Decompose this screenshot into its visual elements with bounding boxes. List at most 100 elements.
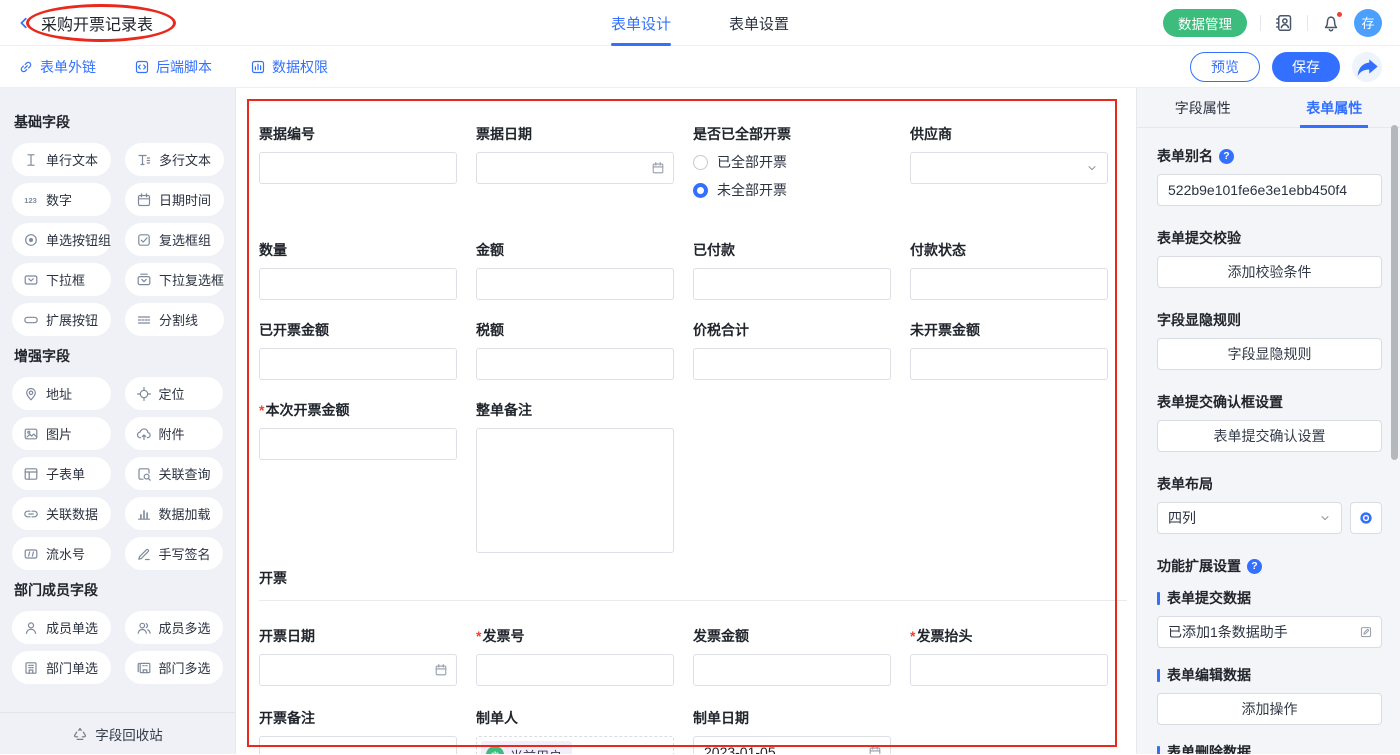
toolbar-link-link[interactable]: 表单外链 <box>18 57 96 77</box>
text-input[interactable] <box>476 348 674 380</box>
canvas-field[interactable]: 是否已全部开票已全部开票未全部开票 <box>693 124 910 208</box>
preview-button[interactable]: 预览 <box>1190 52 1260 82</box>
bell-icon[interactable] <box>1321 13 1341 33</box>
form-row: 票据编号票据日期是否已全部开票已全部开票未全部开票供应商 <box>259 124 1127 208</box>
toolbar-link-script[interactable]: 后端脚本 <box>134 57 212 77</box>
textarea-input[interactable] <box>476 428 674 553</box>
tab-form-design[interactable]: 表单设计 <box>611 0 671 46</box>
help-icon[interactable] <box>1247 559 1262 574</box>
tab-form-properties[interactable]: 表单属性 <box>1269 88 1400 127</box>
text-input[interactable] <box>910 348 1108 380</box>
field-pill-attach[interactable]: 附件 <box>125 417 224 450</box>
field-pill-dropdown-multi[interactable]: 下拉复选框 <box>125 263 224 296</box>
field-pill-subform[interactable]: 子表单 <box>12 457 111 490</box>
field-pill-ext-button[interactable]: 扩展按钮 <box>12 303 111 336</box>
canvas-field[interactable]: 金额 <box>476 240 693 300</box>
text-input[interactable] <box>693 348 891 380</box>
radio-option[interactable]: 未全部开票 <box>693 180 910 200</box>
canvas-field[interactable]: 发票金额 <box>693 626 910 686</box>
section-label: 表单布局 <box>1157 474 1382 494</box>
field-pill-data-load[interactable]: 数据加载 <box>125 497 224 530</box>
panel-action-button[interactable]: 表单提交确认设置 <box>1157 420 1382 452</box>
panel-action-button[interactable]: 添加校验条件 <box>1157 256 1382 288</box>
date-input[interactable] <box>259 654 457 686</box>
tab-form-settings[interactable]: 表单设置 <box>729 0 789 46</box>
user-field[interactable]: 户当前用户 <box>476 736 674 754</box>
canvas-field[interactable]: 价税合计 <box>693 320 910 380</box>
field-pill-dropdown[interactable]: 下拉框 <box>12 263 111 296</box>
canvas-field[interactable]: 开票日期 <box>259 626 476 686</box>
field-pill-link-query[interactable]: 关联查询 <box>125 457 224 490</box>
text-input[interactable] <box>910 654 1108 686</box>
canvas-field[interactable]: 付款状态 <box>910 240 1127 300</box>
text-input[interactable] <box>910 268 1108 300</box>
field-pill-address[interactable]: 地址 <box>12 377 111 410</box>
text-input[interactable] <box>693 268 891 300</box>
field-pill-image[interactable]: 图片 <box>12 417 111 450</box>
canvas-field[interactable]: 已开票金额 <box>259 320 476 380</box>
field-pill-link-data[interactable]: 关联数据 <box>12 497 111 530</box>
text-input[interactable] <box>259 348 457 380</box>
field-pill-member-multi[interactable]: 成员多选 <box>125 611 224 644</box>
text-input[interactable] <box>259 152 457 184</box>
panel-action-button[interactable]: 添加操作 <box>1157 693 1382 725</box>
svg-text:123: 123 <box>24 196 37 205</box>
save-button[interactable]: 保存 <box>1272 52 1340 82</box>
date-input[interactable] <box>476 152 674 184</box>
panel-action-button[interactable]: 字段显隐规则 <box>1157 338 1382 370</box>
tab-field-properties[interactable]: 字段属性 <box>1137 88 1269 127</box>
text-input[interactable] <box>476 268 674 300</box>
field-pill-dept-single[interactable]: 部门单选 <box>12 651 111 684</box>
canvas-field[interactable]: *发票号 <box>476 626 693 686</box>
text-input[interactable] <box>259 268 457 300</box>
help-icon[interactable] <box>1219 149 1234 164</box>
text-input[interactable] <box>693 654 891 686</box>
canvas-field[interactable]: 已付款 <box>693 240 910 300</box>
scrollbar-thumb[interactable] <box>1391 125 1398 460</box>
layout-select[interactable]: 四列 <box>1157 502 1342 534</box>
date-input[interactable]: 2023-01-05 <box>693 736 891 754</box>
radio-option[interactable]: 已全部开票 <box>693 152 910 172</box>
text-input[interactable] <box>259 736 457 754</box>
canvas-field[interactable]: 税额 <box>476 320 693 380</box>
canvas-field[interactable]: 供应商 <box>910 124 1127 208</box>
canvas-field[interactable]: 制单日期2023-01-05 <box>693 708 910 754</box>
layout-gear-button[interactable] <box>1350 502 1382 534</box>
canvas-field[interactable]: 票据日期 <box>476 124 693 208</box>
contacts-icon[interactable] <box>1274 13 1294 33</box>
data-manage-button[interactable]: 数据管理 <box>1163 9 1247 37</box>
field-pill-multiline[interactable]: 多行文本 <box>125 143 224 176</box>
field-pill-checkbox[interactable]: 复选框组 <box>125 223 224 256</box>
field-pill-radio[interactable]: 单选按钮组 <box>12 223 111 256</box>
canvas-field[interactable]: 开票备注 <box>259 708 476 754</box>
field-pill-number[interactable]: 123数字 <box>12 183 111 216</box>
canvas-field[interactable]: *发票抬头 <box>910 626 1127 686</box>
field-pill-serial[interactable]: 流水号 <box>12 537 111 570</box>
toolbar-link-permission[interactable]: 数据权限 <box>250 57 328 77</box>
text-input[interactable] <box>259 428 457 460</box>
canvas-field[interactable]: 数量 <box>259 240 476 300</box>
share-icon[interactable] <box>1352 52 1382 82</box>
section-divider-line <box>259 600 1127 601</box>
canvas-field[interactable]: 整单备注 <box>476 400 693 553</box>
radio-checked[interactable] <box>693 183 708 198</box>
field-pill-dept-multi[interactable]: 部门多选 <box>125 651 224 684</box>
text-input[interactable] <box>476 654 674 686</box>
avatar[interactable]: 存 <box>1354 9 1382 37</box>
field-pill-member-single[interactable]: 成员单选 <box>12 611 111 644</box>
back-icon[interactable] <box>16 15 32 31</box>
field-pill-divider[interactable]: 分割线 <box>125 303 224 336</box>
field-pill-calendar[interactable]: 日期时间 <box>125 183 224 216</box>
field-pill-locate[interactable]: 定位 <box>125 377 224 410</box>
data-assistant-box[interactable]: 已添加1条数据助手 <box>1157 616 1382 648</box>
canvas-field[interactable]: 未开票金额 <box>910 320 1127 380</box>
field-pill-text[interactable]: 单行文本 <box>12 143 111 176</box>
alias-input[interactable]: 522b9e101fe6e3e1ebb450f4 <box>1157 174 1382 206</box>
field-recycle-bin[interactable]: 字段回收站 <box>0 712 235 754</box>
select-input[interactable] <box>910 152 1108 184</box>
canvas-field[interactable]: 制单人户当前用户 <box>476 708 693 754</box>
radio-unchecked[interactable] <box>693 155 708 170</box>
canvas-field[interactable]: *本次开票金额 <box>259 400 476 553</box>
canvas-field[interactable]: 票据编号 <box>259 124 476 208</box>
field-pill-sign[interactable]: 手写签名 <box>125 537 224 570</box>
